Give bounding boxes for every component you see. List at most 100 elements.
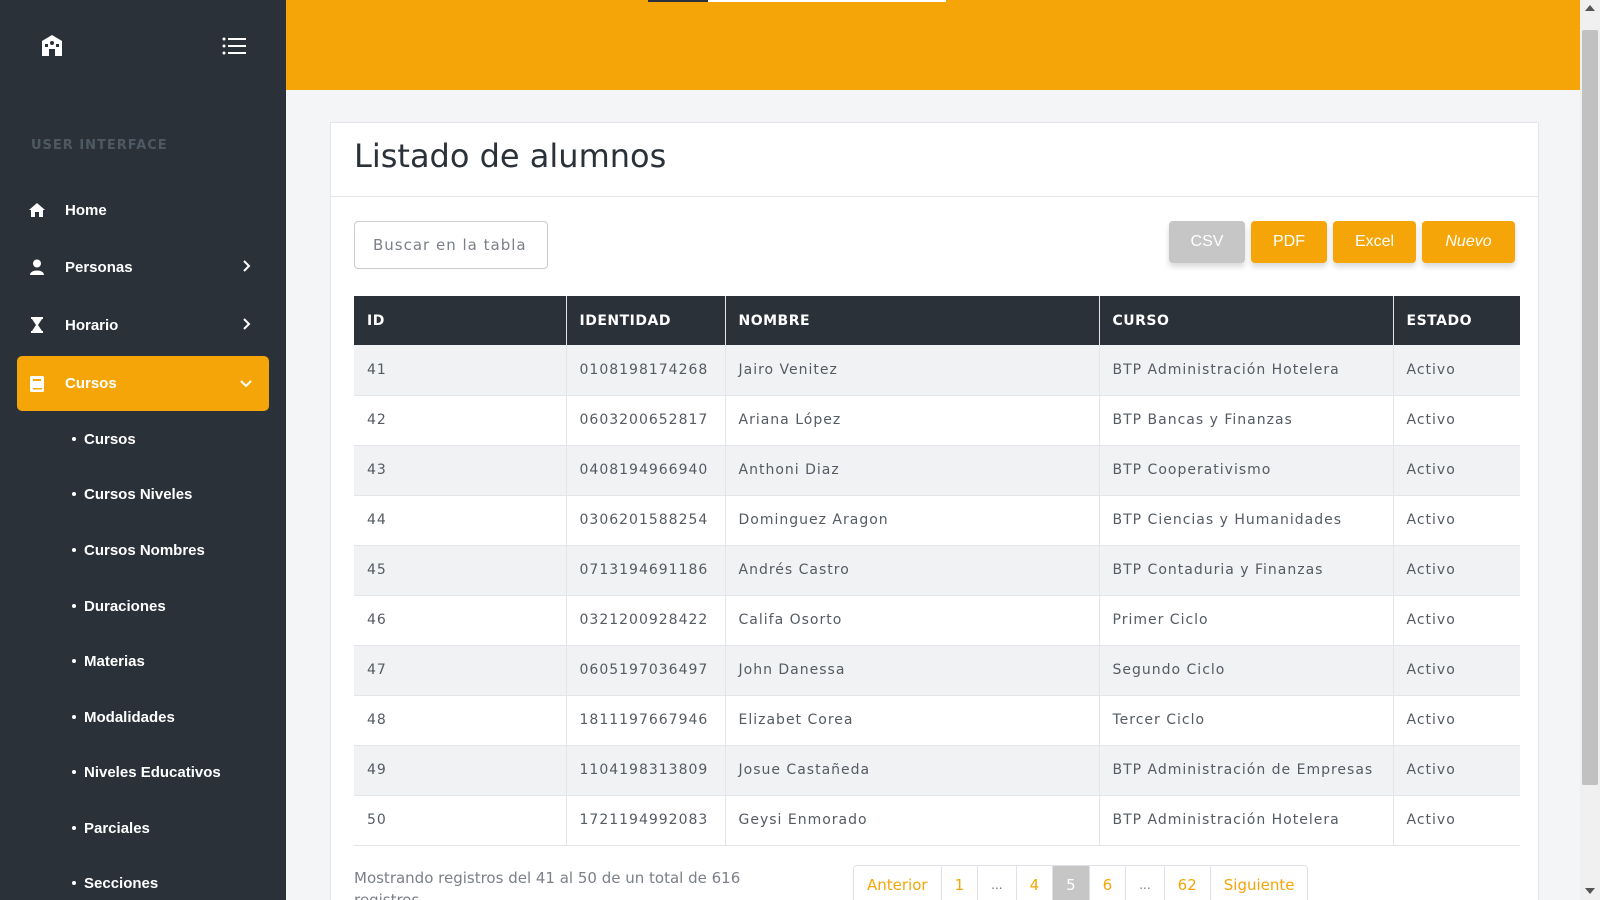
bullet-icon — [72, 881, 76, 885]
students-card: Listado de alumnos CSV PDF Excel Nuevo I… — [330, 122, 1539, 900]
submenu-item-label: Secciones — [84, 874, 159, 892]
home-icon — [27, 200, 47, 220]
page-button[interactable]: 62 — [1164, 866, 1211, 900]
submenu-item-materias[interactable]: Materias — [72, 646, 145, 676]
cell-id: 47 — [354, 645, 567, 696]
column-header-estado[interactable]: ESTADO — [1393, 296, 1520, 345]
column-header-nombre[interactable]: NOMBRE — [725, 296, 1100, 345]
table-row[interactable]: 45 0713194691186 Andrés Castro BTP Contadur… — [354, 545, 1520, 596]
sidebar-item-label: Personas — [65, 258, 133, 276]
submenu-item-duraciones[interactable]: Duraciones — [72, 591, 166, 621]
sidebar-header — [0, 0, 286, 90]
cell-curso: BTP Administración de Empresas — [1099, 745, 1394, 796]
cell-curso: Segundo Ciclo — [1099, 645, 1394, 696]
sidebar-item-label: Home — [65, 201, 107, 219]
excel-button[interactable]: Excel — [1333, 221, 1416, 263]
submenu-item-label: Niveles Educativos — [84, 763, 221, 781]
bullet-icon — [72, 659, 76, 663]
submenu-item-label: Cursos Niveles — [84, 485, 193, 503]
cell-id: 42 — [354, 395, 567, 446]
cell-estado: Activo — [1393, 795, 1520, 846]
column-header-curso[interactable]: CURSO — [1099, 296, 1394, 345]
cell-estado: Activo — [1393, 495, 1520, 546]
cell-nombre: Califa Osorto — [725, 595, 1100, 646]
bullet-icon — [72, 715, 76, 719]
submenu-item-cursos[interactable]: Cursos — [72, 424, 136, 454]
table-row[interactable]: 44 0306201588254 Dominguez Aragon BTP Cienc… — [354, 495, 1520, 546]
menu-list-icon[interactable] — [222, 36, 246, 56]
submenu-item-secciones[interactable]: Secciones — [72, 868, 158, 898]
cell-identidad: 0321200928422 — [566, 595, 726, 646]
table-row[interactable]: 41 0108198174268 Jairo Venitez BTP Administ… — [354, 345, 1520, 396]
submenu-item-cursos-nombres[interactable]: Cursos Nombres — [72, 535, 205, 565]
table-row[interactable]: 50 1721194992083 Geysi Enmorado BTP Adminis… — [354, 795, 1520, 846]
bullet-icon — [72, 770, 76, 774]
scroll-up-arrow-icon[interactable] — [1585, 5, 1595, 11]
table-body: 41 0108198174268 Jairo Venitez BTP Administ… — [354, 345, 1520, 846]
previous-page-button[interactable]: Anterior — [854, 866, 942, 900]
table-row[interactable]: 48 1811197667946 Elizabet Corea Tercer Cicl… — [354, 695, 1520, 746]
cell-estado: Activo — [1393, 645, 1520, 696]
search-input[interactable] — [354, 221, 548, 269]
page-button[interactable]: 1 — [941, 866, 979, 900]
table-header-row: ID IDENTIDAD NOMBRE CURSO ESTADO — [354, 296, 1520, 345]
cell-nombre: John Danessa — [725, 645, 1100, 696]
csv-button[interactable]: CSV — [1169, 221, 1245, 263]
scrollbar-thumb[interactable] — [1582, 30, 1598, 785]
new-button[interactable]: Nuevo — [1422, 221, 1515, 263]
cell-nombre: Dominguez Aragon — [725, 495, 1100, 546]
cell-identidad: 0306201588254 — [566, 495, 726, 546]
submenu-item-modalidades[interactable]: Modalidades — [72, 702, 175, 732]
submenu-item-label: Duraciones — [84, 597, 166, 615]
sidebar: USER INTERFACE Home Personas Horario Cur… — [0, 0, 286, 900]
table-row[interactable]: 42 0603200652817 Ariana López BTP Bancas y … — [354, 395, 1520, 446]
pagination-ellipsis: ... — [1126, 866, 1165, 900]
next-page-button[interactable]: Siguiente — [1210, 866, 1308, 900]
submenu-item-label: Cursos — [84, 430, 136, 448]
header-tab-indicator — [648, 0, 708, 2]
cell-curso: Primer Ciclo — [1099, 595, 1394, 646]
school-icon[interactable] — [38, 34, 66, 58]
column-header-id[interactable]: ID — [354, 296, 567, 345]
page-button[interactable]: 5 — [1053, 866, 1090, 900]
table-row[interactable]: 47 0605197036497 John Danessa Segundo Ciclo… — [354, 645, 1520, 696]
sidebar-section-label: USER INTERFACE — [31, 138, 168, 153]
page-button[interactable]: 6 — [1089, 866, 1127, 900]
cell-curso: BTP Cooperativismo — [1099, 445, 1394, 496]
submenu-item-niveles-educativos[interactable]: Niveles Educativos — [72, 757, 221, 787]
cell-id: 45 — [354, 545, 567, 596]
sidebar-item-cursos[interactable]: Cursos — [17, 356, 269, 411]
submenu-item-cursos-niveles[interactable]: Cursos Niveles — [72, 479, 192, 509]
cell-curso: BTP Bancas y Finanzas — [1099, 395, 1394, 446]
page-title: Listado de alumnos — [354, 137, 667, 175]
cell-id: 43 — [354, 445, 567, 496]
table-row[interactable]: 46 0321200928422 Califa Osorto Primer Ciclo… — [354, 595, 1520, 646]
cell-estado: Activo — [1393, 395, 1520, 446]
scroll-down-arrow-icon[interactable] — [1585, 888, 1595, 894]
table-row[interactable]: 49 1104198313809 Josue Castañeda BTP Admini… — [354, 745, 1520, 796]
column-header-identidad[interactable]: IDENTIDAD — [566, 296, 726, 345]
cell-curso: Tercer Ciclo — [1099, 695, 1394, 746]
pdf-button[interactable]: PDF — [1251, 221, 1327, 263]
page-button[interactable]: 4 — [1016, 866, 1054, 900]
sidebar-item-personas[interactable]: Personas — [17, 241, 269, 293]
table-row[interactable]: 43 0408194966940 Anthoni Diaz BTP Cooperati… — [354, 445, 1520, 496]
cell-identidad: 0713194691186 — [566, 545, 726, 596]
cell-curso: BTP Contaduria y Finanzas — [1099, 545, 1394, 596]
cell-curso: BTP Ciencias y Humanidades — [1099, 495, 1394, 546]
cell-identidad: 1811197667946 — [566, 695, 726, 746]
submenu-item-parciales[interactable]: Parciales — [72, 813, 150, 843]
cell-nombre: Geysi Enmorado — [725, 795, 1100, 846]
pagination-ellipsis: ... — [978, 866, 1017, 900]
bullet-icon — [72, 492, 76, 496]
top-header-bar — [286, 0, 1580, 90]
cell-id: 46 — [354, 595, 567, 646]
cell-identidad: 0603200652817 — [566, 395, 726, 446]
cell-id: 48 — [354, 695, 567, 746]
sidebar-item-label: Horario — [65, 316, 119, 334]
sidebar-item-horario[interactable]: Horario — [17, 299, 269, 351]
students-table: ID IDENTIDAD NOMBRE CURSO ESTADO 41 01081… — [354, 296, 1520, 846]
submenu-item-label: Modalidades — [84, 708, 175, 726]
cell-estado: Activo — [1393, 595, 1520, 646]
sidebar-item-home[interactable]: Home — [17, 184, 269, 236]
